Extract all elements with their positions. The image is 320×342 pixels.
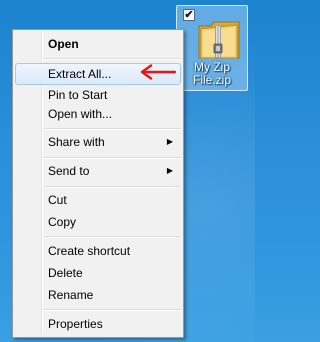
menu-item-cut[interactable]: Cut <box>15 190 181 212</box>
menu-separator <box>44 157 181 159</box>
menu-separator <box>44 309 181 311</box>
menu-separator <box>44 128 181 130</box>
menu-item-properties[interactable]: Properties <box>15 314 181 336</box>
menu-item-copy[interactable]: Copy <box>15 212 181 234</box>
submenu-arrow-icon: ▶ <box>166 166 173 175</box>
menu-item-create-shortcut[interactable]: Create shortcut <box>15 241 181 263</box>
menu-item-send-to[interactable]: Send to ▶ <box>15 161 181 183</box>
red-left-arrow-icon <box>140 64 177 80</box>
zip-folder-icon <box>198 21 240 59</box>
selection-checkbox[interactable]: ✔ <box>183 9 195 21</box>
desktop-icon-label: My Zip File.zip <box>192 60 231 87</box>
zip-file-desktop-icon[interactable]: ✔ My Zip File.zip <box>176 5 248 91</box>
submenu-arrow-icon: ▶ <box>166 137 173 146</box>
menu-separator <box>44 58 181 60</box>
menu-item-rename[interactable]: Rename <box>15 285 181 307</box>
menu-separator <box>44 236 181 238</box>
menu-item-open[interactable]: Open <box>15 34 181 56</box>
menu-item-share-with[interactable]: Share with ▶ <box>15 132 181 154</box>
menu-item-open-with[interactable]: Open with... <box>15 104 181 126</box>
menu-separator <box>44 186 181 188</box>
menu-item-delete[interactable]: Delete <box>15 263 181 285</box>
